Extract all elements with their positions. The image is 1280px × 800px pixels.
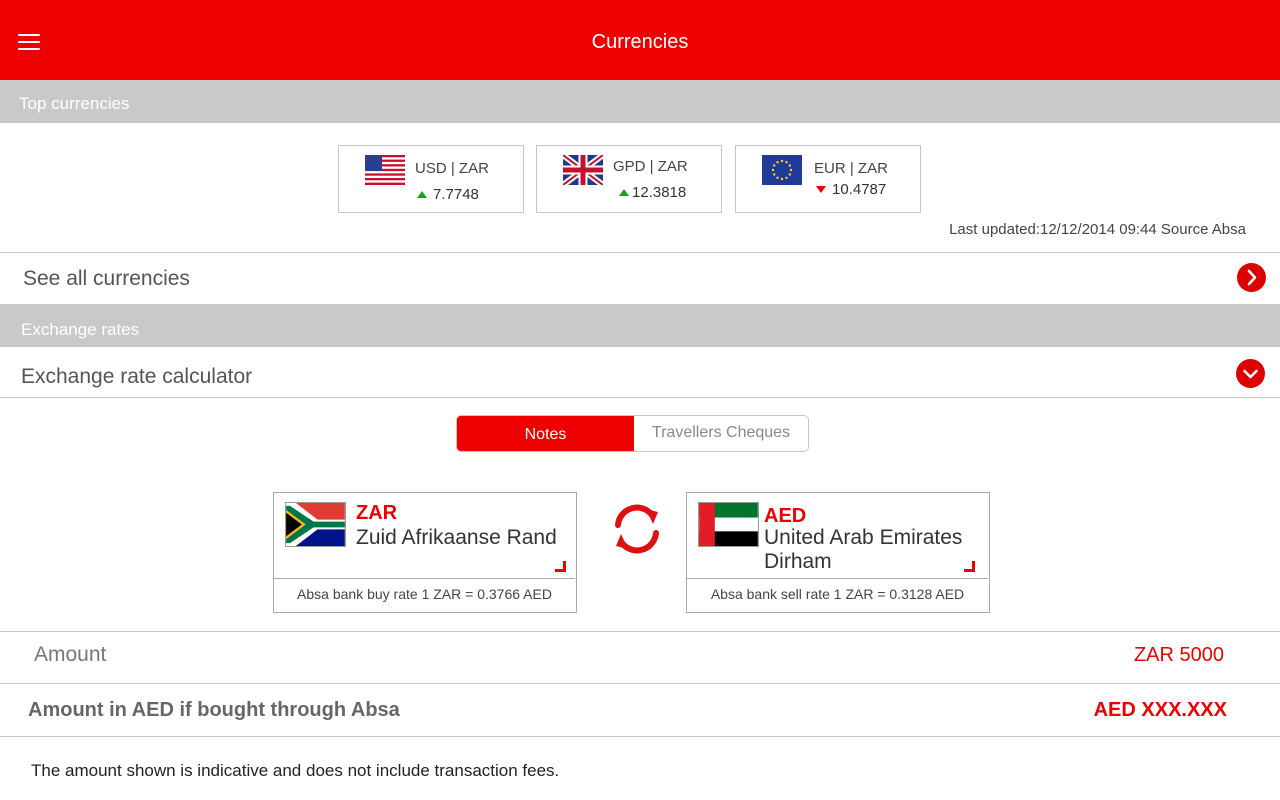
ticker-rate: 7.7748 <box>417 186 479 203</box>
divider <box>0 736 1280 737</box>
us-flag-icon <box>365 155 405 185</box>
amount-input[interactable]: ZAR 5000 <box>1134 644 1224 667</box>
section-header-label: Exchange rates <box>21 320 140 339</box>
swap-currencies-icon[interactable] <box>608 500 666 558</box>
ticker-rate: 10.4787 <box>816 181 886 198</box>
ticker-card-usd[interactable]: USD | ZAR 7.7748 <box>338 145 524 213</box>
uae-flag-icon <box>698 502 759 547</box>
divider <box>0 631 1280 632</box>
see-all-currencies-row[interactable]: See all currencies <box>0 253 1280 303</box>
trend-down-icon <box>816 186 826 193</box>
ticker-pair: GPD | ZAR <box>613 158 688 175</box>
ticker-pair: USD | ZAR <box>415 160 489 177</box>
chevron-right-icon[interactable] <box>1237 263 1266 292</box>
trend-up-icon <box>619 189 629 196</box>
divider <box>0 397 1280 398</box>
see-all-currencies-label: See all currencies <box>23 267 190 290</box>
disclaimer-text: The amount shown is indicative and does … <box>31 761 560 780</box>
uk-flag-icon <box>563 155 603 185</box>
chevron-down-icon[interactable] <box>1236 359 1265 388</box>
tab-travellers-cheques[interactable]: Travellers Cheques <box>634 416 808 451</box>
south-africa-flag-icon <box>285 502 346 547</box>
ticker-card-gbp[interactable]: GPD | ZAR 12.3818 <box>536 145 722 213</box>
app-bar: Currencies <box>0 0 1280 80</box>
exchange-rate-calculator-label: Exchange rate calculator <box>21 365 253 388</box>
page-title: Currencies <box>591 31 689 53</box>
divider <box>0 683 1280 684</box>
rate-type-segmented-control: Notes Travellers Cheques <box>456 415 809 452</box>
to-currency-card[interactable]: AED United Arab Emirates Dirham Absa ban… <box>686 492 990 613</box>
converted-amount-label: Amount in AED if bought through Absa <box>28 699 400 721</box>
trend-up-icon <box>417 191 427 198</box>
amount-label: Amount <box>34 643 107 666</box>
from-currency-name: Zuid Afrikaanse Rand <box>356 526 557 549</box>
dropdown-corner-icon <box>555 561 566 572</box>
section-header-label: Top currencies <box>19 94 130 113</box>
eu-flag-icon <box>762 155 802 185</box>
dropdown-corner-icon <box>964 561 975 572</box>
from-currency-code: ZAR <box>356 502 398 524</box>
to-currency-code: AED <box>764 505 807 527</box>
ticker-rate: 12.3818 <box>619 184 686 201</box>
section-header-top-currencies: Top currencies <box>0 80 1280 123</box>
exchange-rate-calculator-row[interactable]: Exchange rate calculator <box>0 347 1280 397</box>
converted-amount-value: AED XXX.XXX <box>1093 699 1227 721</box>
to-currency-rate: Absa bank sell rate 1 ZAR = 0.3128 AED <box>687 578 988 611</box>
from-currency-rate: Absa bank buy rate 1 ZAR = 0.3766 AED <box>274 578 575 611</box>
to-currency-name: United Arab Emirates Dirham <box>764 526 963 573</box>
last-updated-text: Last updated:12/12/2014 09:44 Source Abs… <box>949 221 1246 238</box>
ticker-pair: EUR | ZAR <box>814 160 888 177</box>
from-currency-card[interactable]: ZAR Zuid Afrikaanse Rand Absa bank buy r… <box>273 492 577 613</box>
section-header-exchange-rates: Exchange rates <box>0 304 1280 347</box>
ticker-card-eur[interactable]: EUR | ZAR 10.4787 <box>735 145 921 213</box>
tab-notes[interactable]: Notes <box>457 416 634 451</box>
